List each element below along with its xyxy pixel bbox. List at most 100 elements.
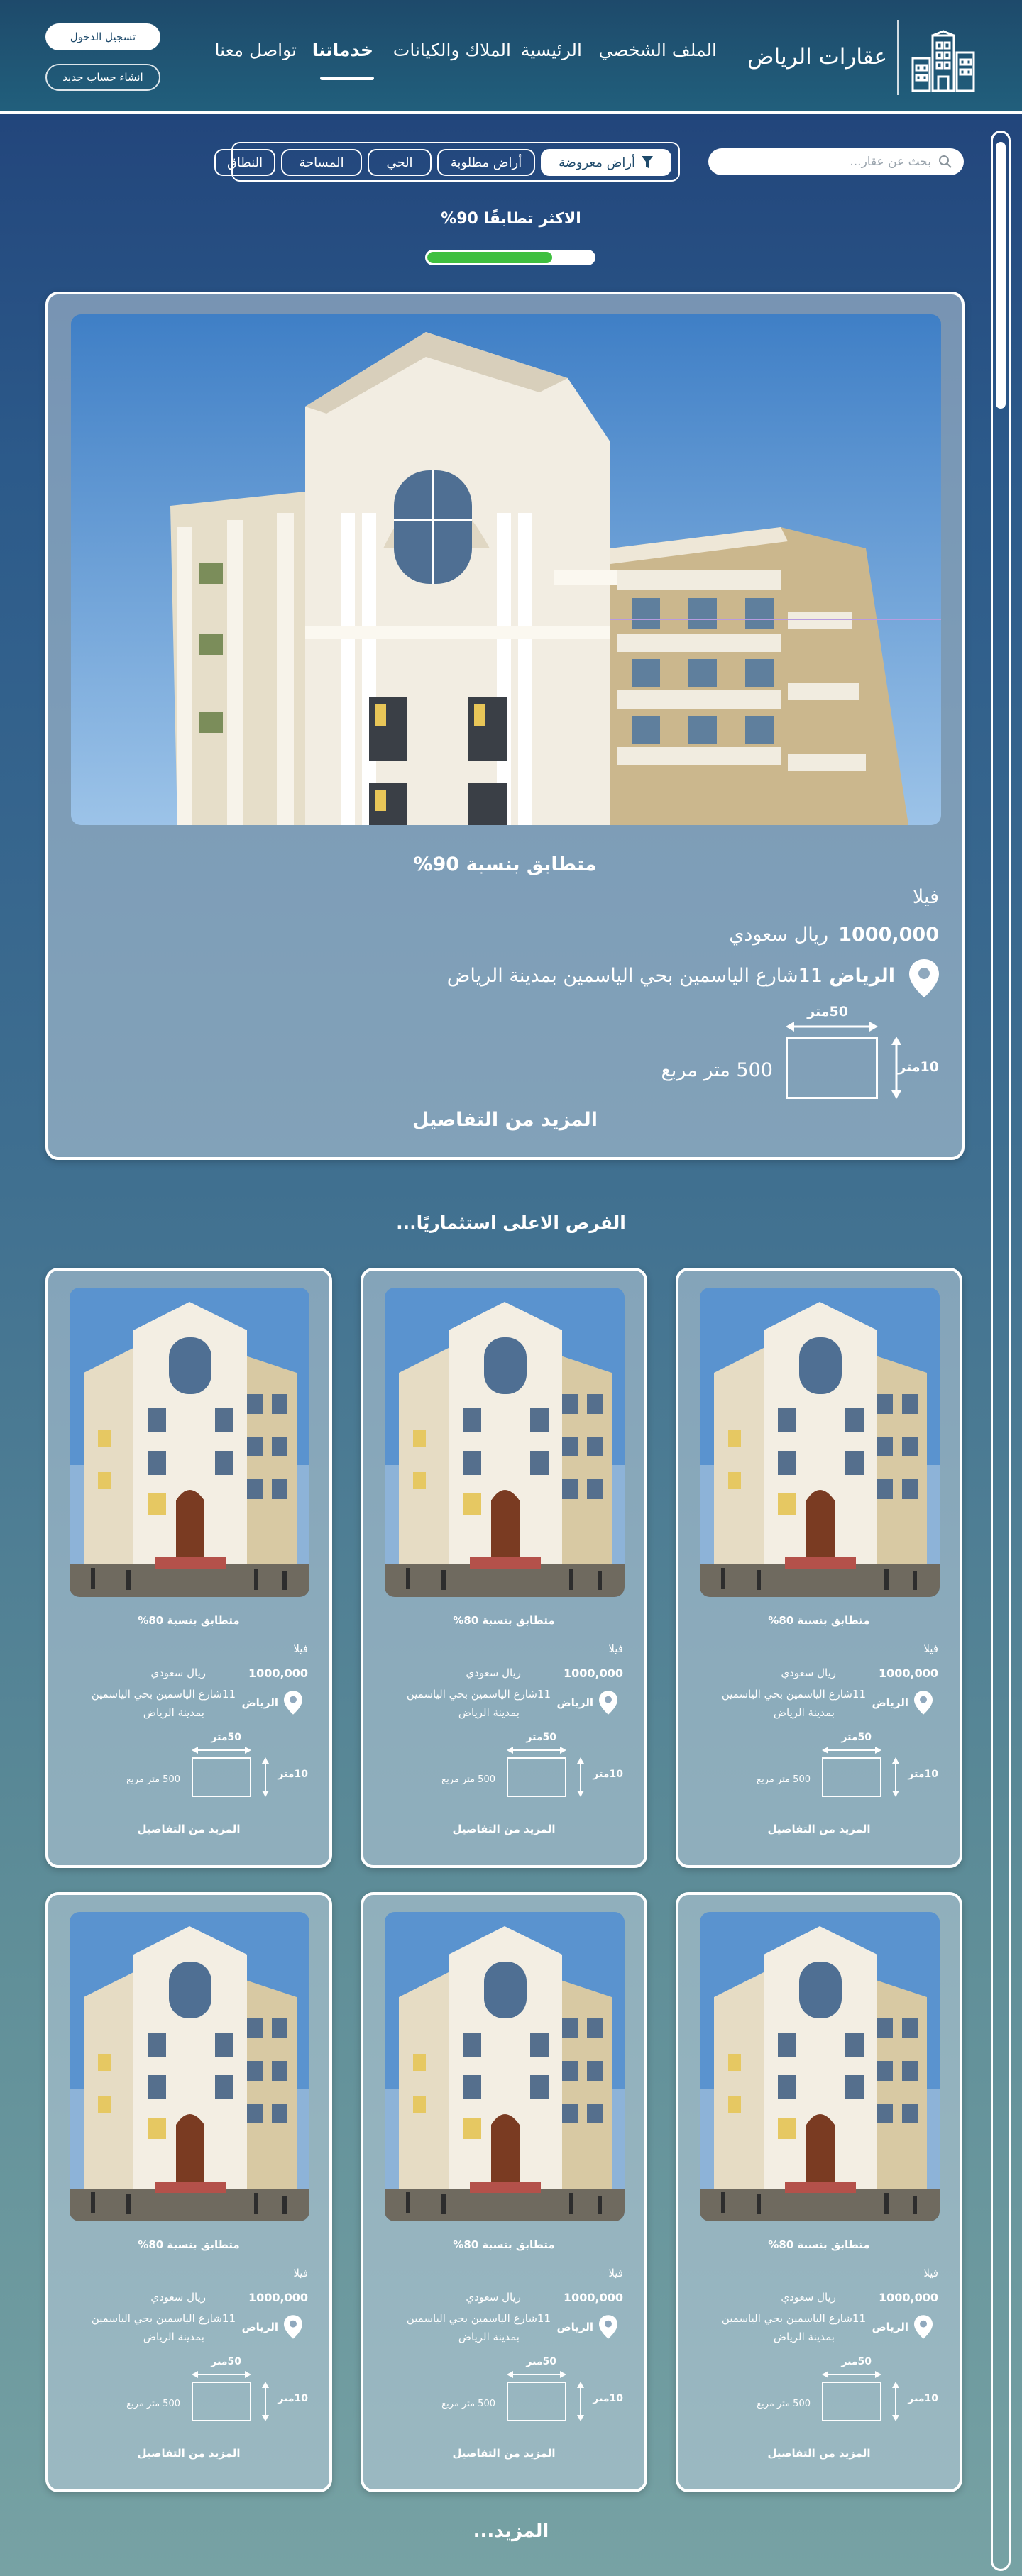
filter-chip-range[interactable]: النطاق bbox=[214, 149, 275, 176]
nav-contact[interactable]: تواصل معنا bbox=[214, 40, 297, 60]
currency: ريال سعودي bbox=[466, 2291, 521, 2304]
location-pin-icon bbox=[284, 1691, 302, 1715]
dimension-box bbox=[507, 2382, 566, 2421]
width-arrow-icon bbox=[192, 2371, 251, 2378]
property-card[interactable]: متطابق بنسبة 80% فيلا 1000,000 ريال سعود… bbox=[361, 1268, 647, 1868]
property-photo[interactable] bbox=[385, 1912, 625, 2221]
filter-chip-district[interactable]: الحي bbox=[368, 149, 432, 176]
filter-bar: أراض معروضة أراض مطلوبة الحي المساحة الن… bbox=[214, 142, 680, 182]
city: الرياض bbox=[556, 1696, 593, 1709]
filter-chip-area[interactable]: المساحة bbox=[281, 149, 362, 176]
address-line2: بمدينة الرياض bbox=[773, 1706, 835, 1719]
filter-icon bbox=[642, 156, 654, 168]
area-label: 500 متر مربع bbox=[441, 2399, 495, 2409]
currency: ريال سعودي bbox=[150, 2291, 206, 2304]
match-label: متطابق بنسبة 80% bbox=[768, 1614, 870, 1627]
price: 1000,000 bbox=[248, 1666, 308, 1680]
property-card[interactable]: متطابق بنسبة 80% فيلا 1000,000 ريال سعود… bbox=[676, 1892, 962, 2492]
height-arrow-icon bbox=[577, 1757, 584, 1797]
location-pin-icon bbox=[599, 2315, 617, 2339]
area-label: 500 متر مربع bbox=[757, 2399, 811, 2409]
featured-details-link[interactable]: المزيد من التفاصيل bbox=[48, 1109, 962, 1131]
filter-chip-offered[interactable]: أراض معروضة bbox=[541, 149, 671, 176]
dimension-box bbox=[786, 1037, 878, 1099]
address-line1: 11شارع الياسمين بحي الياسمين bbox=[91, 1688, 236, 1701]
details-link[interactable]: المزيد من التفاصيل bbox=[363, 1823, 644, 1835]
height-label: 10متر bbox=[278, 1769, 308, 1780]
match-label: متطابق بنسبة 80% bbox=[138, 2238, 240, 2251]
featured-property-card[interactable]: متطابق بنسبة 90% فيلا 1000,000 ريال سعود… bbox=[45, 292, 965, 1160]
address-line1: 11شارع الياسمين بحي الياسمين bbox=[406, 1688, 551, 1701]
property-photo[interactable] bbox=[700, 1288, 940, 1597]
app-title: عقارات الرياض bbox=[747, 44, 887, 70]
address-line2: بمدينة الرياض bbox=[143, 1706, 204, 1719]
featured-property-photo[interactable] bbox=[71, 314, 941, 825]
width-arrow-icon bbox=[822, 2371, 881, 2378]
property-card[interactable]: متطابق بنسبة 80% فيلا 1000,000 ريال سعود… bbox=[45, 1268, 332, 1868]
details-link[interactable]: المزيد من التفاصيل bbox=[48, 1823, 329, 1835]
header-divider bbox=[897, 20, 899, 95]
details-link[interactable]: المزيد من التفاصيل bbox=[678, 1823, 960, 1835]
scrollbar-track[interactable] bbox=[991, 131, 1011, 2571]
currency: ريال سعودي bbox=[150, 1666, 206, 1679]
city: الرياض bbox=[872, 2321, 908, 2333]
details-link[interactable]: المزيد من التفاصيل bbox=[48, 2447, 329, 2460]
signup-button[interactable]: انشاء حساب جديد bbox=[45, 64, 160, 91]
property-card[interactable]: متطابق بنسبة 80% فيلا 1000,000 ريال سعود… bbox=[676, 1268, 962, 1868]
address-line1: 11شارع الياسمين بحي الياسمين bbox=[721, 2312, 866, 2325]
search-input[interactable] bbox=[720, 148, 933, 175]
property-photo[interactable] bbox=[70, 1912, 309, 2221]
property-card[interactable]: متطابق بنسبة 80% فيلا 1000,000 ريال سعود… bbox=[361, 1892, 647, 2492]
area-label: 500 متر مربع bbox=[441, 1774, 495, 1785]
top-match-label: الاكثر تطابقًا 90% bbox=[441, 210, 581, 228]
address-line2: بمدينة الرياض bbox=[458, 1706, 520, 1719]
login-button[interactable]: تسجيل الدخول bbox=[45, 23, 160, 50]
match-label: متطابق بنسبة 80% bbox=[138, 1614, 240, 1627]
nav-owners[interactable]: الملاك والكيانات bbox=[393, 40, 511, 60]
nav-profile[interactable]: الملف الشخصي bbox=[598, 40, 717, 60]
property-type: فيلا bbox=[923, 2267, 938, 2279]
height-label: 10متر bbox=[908, 1769, 938, 1780]
search-icon[interactable] bbox=[938, 155, 952, 169]
price: 1000,000 bbox=[248, 2291, 308, 2304]
height-label: 10متر bbox=[908, 2393, 938, 2404]
width-label: 50متر bbox=[526, 2356, 556, 2367]
city: الرياض bbox=[241, 2321, 278, 2333]
property-photo[interactable] bbox=[700, 1912, 940, 2221]
scrollbar-thumb[interactable] bbox=[996, 142, 1006, 409]
width-arrow-icon bbox=[507, 1747, 566, 1754]
property-type: فيلا bbox=[293, 1642, 308, 1655]
price: 1000,000 bbox=[878, 1666, 938, 1680]
featured-width: 50متر bbox=[807, 1004, 848, 1019]
search-bar[interactable] bbox=[708, 148, 964, 175]
featured-price: 1000,000 bbox=[838, 924, 939, 946]
property-type: فيلا bbox=[293, 2267, 308, 2279]
buildings-logo-icon[interactable] bbox=[908, 30, 978, 94]
address-line1: 11شارع الياسمين بحي الياسمين bbox=[91, 2312, 236, 2325]
featured-type: فيلا bbox=[912, 886, 939, 908]
height-arrow-icon bbox=[262, 1757, 269, 1797]
currency: ريال سعودي bbox=[781, 1666, 836, 1679]
featured-match-label: متطابق بنسبة 90% bbox=[413, 853, 597, 875]
property-card[interactable]: متطابق بنسبة 80% فيلا 1000,000 ريال سعود… bbox=[45, 1892, 332, 2492]
nav-services[interactable]: خدماتنا bbox=[312, 40, 373, 60]
width-label: 50متر bbox=[526, 1732, 556, 1743]
currency: ريال سعودي bbox=[781, 2291, 836, 2304]
section-title: الفرص الاعلى استثماريًا... bbox=[396, 1212, 626, 1233]
property-type: فيلا bbox=[608, 1642, 623, 1655]
nav-home[interactable]: الرئيسية bbox=[521, 40, 582, 60]
price: 1000,000 bbox=[878, 2291, 938, 2304]
location-pin-icon bbox=[914, 2315, 933, 2339]
details-link[interactable]: المزيد من التفاصيل bbox=[363, 2447, 644, 2460]
dimension-box bbox=[192, 2382, 251, 2421]
property-photo[interactable] bbox=[70, 1288, 309, 1597]
location-pin-icon bbox=[284, 2315, 302, 2339]
site-header: عقارات الرياض الملف الشخصي الرئيسية المل… bbox=[0, 0, 1022, 114]
area-label: 500 متر مربع bbox=[126, 2399, 180, 2409]
load-more-link[interactable]: المزيد... bbox=[440, 2521, 582, 2542]
property-type: فيلا bbox=[608, 2267, 623, 2279]
filter-chip-requested[interactable]: أراض مطلوبة bbox=[437, 149, 535, 176]
property-photo[interactable] bbox=[385, 1288, 625, 1597]
details-link[interactable]: المزيد من التفاصيل bbox=[678, 2447, 960, 2460]
address-line2: بمدينة الرياض bbox=[143, 2331, 204, 2343]
